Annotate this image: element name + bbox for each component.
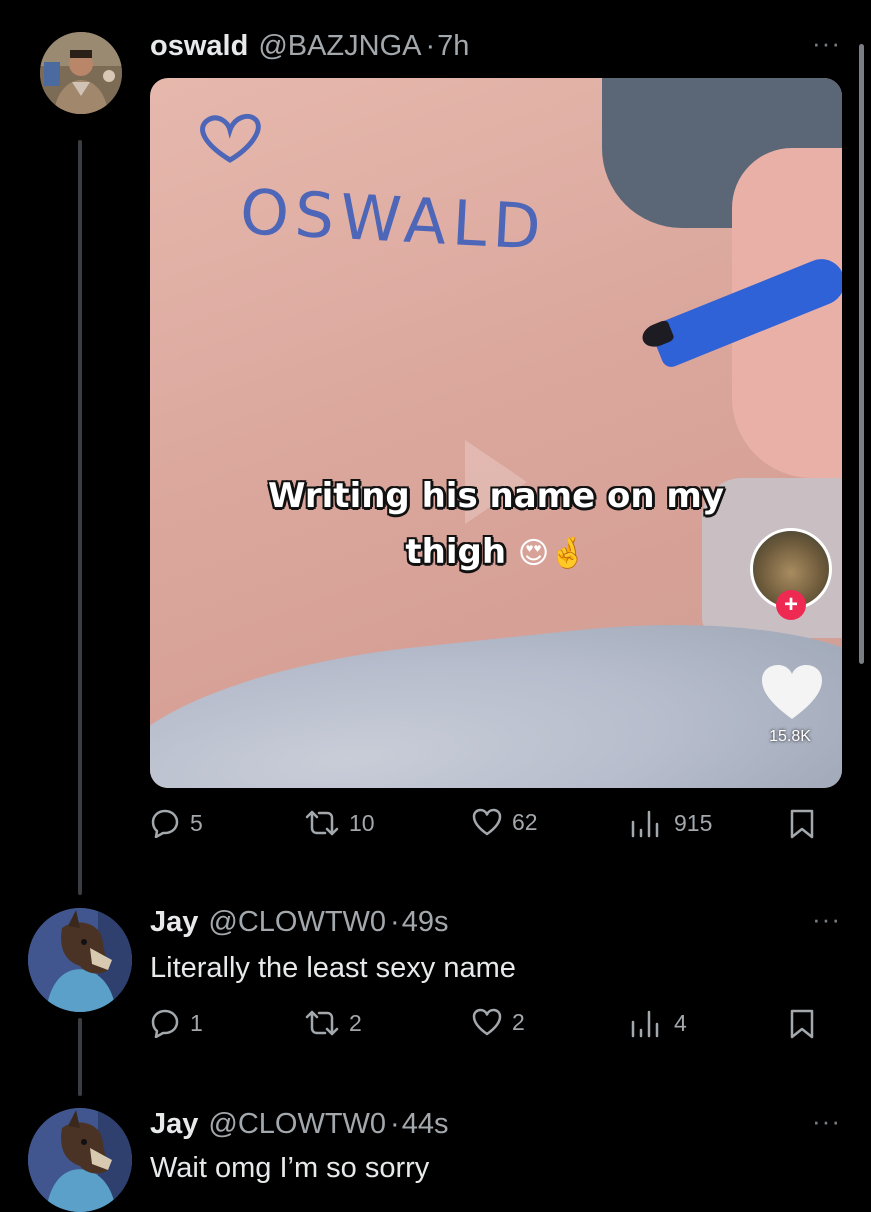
video-caption: Writing his name on my thigh 😍🤞 bbox=[150, 468, 842, 582]
heart-icon bbox=[472, 1008, 502, 1036]
more-options-icon[interactable]: ··· bbox=[812, 30, 841, 56]
reply-header: Jay @CLOWTW0 · 49s bbox=[150, 906, 448, 939]
reply-text: Wait omg I’m so sorry bbox=[150, 1152, 430, 1184]
reply-button[interactable]: 1 bbox=[150, 1008, 203, 1038]
separator: · bbox=[390, 1108, 400, 1140]
post-media-video[interactable]: OSWALD Writing his name on my thigh 😍🤞 +… bbox=[150, 78, 842, 788]
repost-arrows-icon bbox=[305, 810, 339, 836]
bookmark-icon bbox=[790, 809, 814, 839]
post-header: oswald @BAZJNGA · 7h bbox=[150, 30, 469, 63]
like-count: 62 bbox=[512, 808, 538, 835]
caption-line-1: Writing his name on my bbox=[267, 476, 724, 516]
caption-emojis: 😍🤞 bbox=[517, 536, 587, 571]
views-count: 4 bbox=[674, 1009, 687, 1036]
repost-button[interactable]: 10 bbox=[305, 808, 375, 838]
follow-plus-icon[interactable]: + bbox=[776, 590, 806, 620]
more-options-icon[interactable]: ··· bbox=[812, 1108, 841, 1134]
written-name: OSWALD bbox=[238, 175, 549, 264]
repost-count: 2 bbox=[349, 1009, 362, 1036]
timestamp[interactable]: 49s bbox=[402, 906, 449, 939]
author-name[interactable]: Jay bbox=[150, 906, 198, 939]
separator: · bbox=[425, 30, 436, 62]
author-name[interactable]: Jay bbox=[150, 1108, 198, 1141]
avatar[interactable] bbox=[28, 1108, 132, 1212]
like-count: 2 bbox=[512, 1008, 525, 1035]
bar-chart-icon bbox=[631, 1010, 659, 1038]
avatar[interactable] bbox=[28, 908, 132, 1012]
video-like-count: 15.8K bbox=[769, 728, 811, 745]
views-count: 915 bbox=[674, 809, 713, 836]
bookmark-icon bbox=[790, 1009, 814, 1039]
reply-header: Jay @CLOWTW0 · 44s bbox=[150, 1108, 448, 1141]
views-button[interactable]: 915 bbox=[630, 808, 712, 838]
reply-count: 5 bbox=[190, 809, 203, 836]
avatar[interactable] bbox=[40, 32, 122, 114]
reply-text: Literally the least sexy name bbox=[150, 952, 516, 984]
heart-doodle-icon bbox=[200, 113, 261, 163]
more-options-icon[interactable]: ··· bbox=[812, 906, 841, 932]
thread-line bbox=[78, 1018, 82, 1096]
separator: · bbox=[390, 906, 400, 938]
reply-count: 1 bbox=[190, 1009, 203, 1036]
repost-button[interactable]: 2 bbox=[305, 1008, 362, 1038]
timestamp[interactable]: 44s bbox=[402, 1108, 449, 1141]
author-name[interactable]: oswald bbox=[150, 30, 248, 63]
repost-arrows-icon bbox=[305, 1010, 339, 1036]
speech-bubble-icon bbox=[151, 1009, 179, 1038]
thread-line bbox=[78, 140, 82, 895]
reply-button[interactable]: 5 bbox=[150, 808, 203, 838]
heart-icon bbox=[472, 808, 502, 836]
post-actions: 5 10 62 915 bbox=[150, 808, 841, 848]
caption-line-2: thigh 😍🤞 bbox=[405, 532, 587, 572]
repost-count: 10 bbox=[349, 809, 375, 836]
like-button[interactable]: 62 bbox=[472, 808, 538, 836]
views-button[interactable]: 4 bbox=[630, 1008, 687, 1038]
scrollbar[interactable] bbox=[859, 44, 864, 664]
speech-bubble-icon bbox=[151, 809, 179, 838]
bookmark-button[interactable] bbox=[788, 1008, 816, 1040]
reply-actions: 1 2 2 4 bbox=[150, 1008, 841, 1048]
bookmark-button[interactable] bbox=[788, 808, 816, 840]
video-like-heart-icon[interactable] bbox=[760, 663, 824, 721]
author-handle[interactable]: @CLOWTW0 bbox=[208, 1108, 386, 1141]
author-handle[interactable]: @BAZJNGA bbox=[258, 30, 421, 63]
author-handle[interactable]: @CLOWTW0 bbox=[208, 906, 386, 939]
bar-chart-icon bbox=[631, 810, 659, 838]
like-button[interactable]: 2 bbox=[472, 1008, 525, 1036]
timestamp[interactable]: 7h bbox=[437, 30, 469, 63]
